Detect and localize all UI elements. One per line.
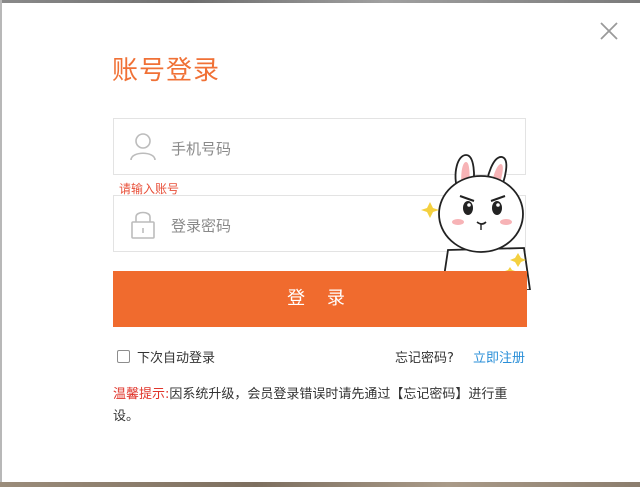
bunny-mascot-illustration [418, 150, 540, 291]
forgot-password-link[interactable]: 忘记密码? [395, 347, 454, 366]
dialog-title: 账号登录 [112, 56, 221, 86]
remember-me-option[interactable]: 下次自动登录 [117, 347, 215, 366]
notice-body: 因系统升级，会员登录错误时请先通过【忘记密码】进行重设。 [113, 387, 508, 424]
password-placeholder: 登录密码 [171, 217, 232, 235]
user-icon [128, 131, 158, 163]
remember-checkbox[interactable] [117, 350, 130, 363]
background-edge-top [0, 0, 640, 3]
background-edge-bottom [0, 482, 640, 487]
notice-label: 温馨提示: [113, 387, 170, 402]
remember-label: 下次自动登录 [137, 351, 216, 366]
close-icon[interactable] [598, 20, 620, 42]
register-link[interactable]: 立即注册 [473, 347, 525, 366]
notice-text: 温馨提示:因系统升级，会员登录错误时请先通过【忘记密码】进行重设。 [113, 384, 531, 428]
background-edge-left [0, 0, 2, 487]
lock-icon [128, 208, 158, 240]
phone-placeholder: 手机号码 [171, 140, 232, 158]
login-button[interactable]: 登 录 [113, 271, 527, 327]
